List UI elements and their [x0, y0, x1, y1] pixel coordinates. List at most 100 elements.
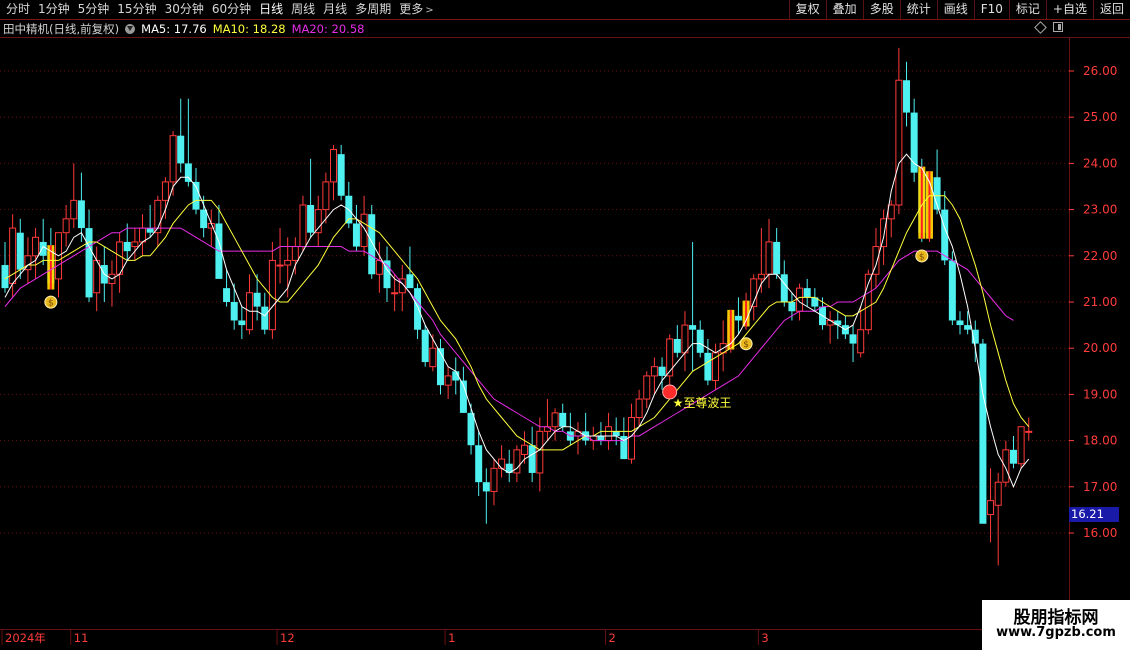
adjust-rights-button[interactable]: 复权 [788, 0, 826, 19]
candle-body [467, 412, 475, 446]
date-label: 3 [761, 631, 768, 645]
candle-body [1009, 449, 1017, 464]
price-label: 20.00 [1083, 341, 1117, 355]
money-bag-glyph: $ [743, 340, 749, 350]
candle-body [1, 265, 9, 289]
tab-daily[interactable]: 日线 [255, 0, 287, 19]
candle-body [521, 444, 529, 455]
candle-body [536, 430, 544, 474]
date-label: 11 [74, 631, 89, 645]
candle-body [291, 246, 299, 261]
candle-body [93, 259, 101, 294]
candle-body [765, 241, 773, 275]
tab-monthly[interactable]: 月线 [319, 0, 351, 19]
candle-body [788, 302, 796, 312]
candle-body [223, 288, 231, 302]
add-watchlist-button[interactable]: +自选 [1045, 0, 1093, 19]
candle-body [956, 320, 964, 326]
candle-body [62, 218, 70, 234]
candle-body [597, 435, 605, 441]
candle-body [131, 241, 139, 248]
candle-body [169, 135, 177, 183]
candle-body [177, 135, 185, 164]
date-label: 2024年 [5, 631, 46, 645]
candle-body [658, 366, 666, 376]
candle-body [368, 214, 376, 275]
candle-body [146, 228, 154, 233]
candle-body [238, 320, 246, 326]
tab-15min[interactable]: 15分钟 [113, 0, 160, 19]
candle-body [284, 259, 292, 266]
candle-body [161, 181, 169, 201]
multi-stock-button[interactable]: 多股 [862, 0, 900, 19]
candle-body [1017, 426, 1025, 465]
candle-body [987, 500, 995, 516]
period-toolbar: 分时 1分钟 5分钟 15分钟 30分钟 60分钟 日线 周线 月线 多周期 更… [0, 0, 1130, 20]
candle-body [666, 338, 674, 377]
tab-more[interactable]: 更多 > [395, 0, 437, 20]
overlay-button[interactable]: 叠加 [825, 0, 863, 19]
f10-button[interactable]: F10 [973, 0, 1009, 19]
candle-body [612, 431, 620, 436]
tool-buttons: 复权 叠加 多股 统计 画线 F10 标记 +自选 返回 [788, 0, 1130, 19]
back-button[interactable]: 返回 [1092, 0, 1130, 19]
indicator-info-bar: 田中精机(日线,前复权) MA5: 17.76 MA10: 18.28 MA20… [0, 20, 370, 37]
signal-label: ★至尊波王 [673, 395, 732, 410]
diamond-icon[interactable] [1034, 20, 1047, 34]
panel-toggle-icon[interactable] [1053, 22, 1063, 32]
stock-title: 田中精机(日线,前复权) [3, 21, 120, 36]
candle-body [650, 366, 658, 377]
candle-body [429, 347, 437, 368]
price-label: 17.00 [1083, 480, 1117, 494]
money-bag-glyph: $ [919, 252, 925, 262]
watermark-url: www.7gpzb.com [996, 625, 1116, 640]
price-label: 18.00 [1083, 434, 1117, 448]
candle-body [948, 260, 956, 321]
chart-corner-icons [1034, 20, 1063, 34]
candle-body [994, 481, 1002, 506]
candle-body [773, 241, 781, 275]
candle-body [253, 292, 261, 307]
ma10-line [4, 195, 1030, 451]
candle-body [528, 445, 536, 473]
tab-30min[interactable]: 30分钟 [161, 0, 208, 19]
tab-multi-period[interactable]: 多周期 [351, 0, 395, 19]
side-panel-strip [1121, 20, 1130, 440]
candle-body [757, 273, 765, 280]
candle-body [979, 343, 987, 524]
tab-1min[interactable]: 1分钟 [34, 0, 74, 19]
candle-body [803, 288, 811, 298]
candle-body [16, 232, 24, 270]
candlestick-chart[interactable]: 26.00 25.00 24.00 23.00 22.00 21.00 20.00 19.00… [0, 0, 1130, 650]
candle-body [475, 445, 483, 483]
candle-body [200, 209, 208, 229]
dropdown-circle-icon[interactable] [125, 23, 136, 34]
ma10-value: MA10: 18.28 [212, 21, 286, 36]
candle-body [635, 398, 643, 418]
price-label: 16.00 [1083, 526, 1117, 540]
candle-body [70, 199, 78, 220]
chevron-right-icon: > [425, 4, 434, 16]
watermark: 股朋指标网 www.7gpzb.com [982, 600, 1130, 650]
candle-body [1025, 430, 1033, 433]
candle-body [1002, 449, 1010, 483]
candle-body [39, 241, 47, 256]
statistics-button[interactable]: 统计 [899, 0, 937, 19]
tab-5min[interactable]: 5分钟 [74, 0, 114, 19]
candle-body [139, 227, 147, 243]
price-label: 25.00 [1083, 110, 1117, 124]
tab-intraday[interactable]: 分时 [2, 0, 34, 19]
date-label: 2 [609, 631, 616, 645]
mark-button[interactable]: 标记 [1008, 0, 1046, 19]
price-label: 19.00 [1083, 387, 1117, 401]
candle-body [116, 241, 124, 275]
tab-weekly[interactable]: 周线 [287, 0, 319, 19]
draw-line-button[interactable]: 画线 [936, 0, 974, 19]
candle-body [903, 80, 911, 113]
candle-body [391, 292, 399, 295]
candle-body [276, 264, 284, 267]
candle-body [490, 467, 498, 492]
candle-body [123, 241, 131, 252]
candle-body [299, 204, 307, 248]
tab-60min[interactable]: 60分钟 [208, 0, 255, 19]
